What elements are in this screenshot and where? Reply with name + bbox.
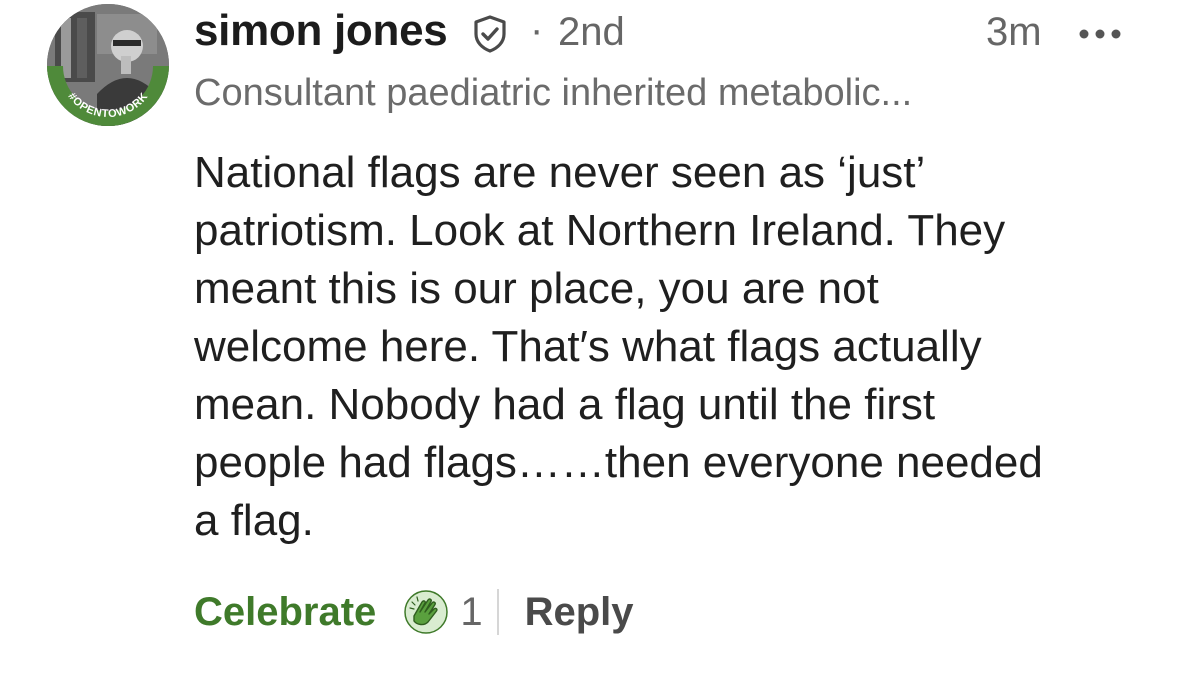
comment-body-line: a flag.: [194, 496, 314, 545]
avatar[interactable]: #OPENTOWORK: [47, 4, 169, 126]
reaction-count[interactable]: 1: [460, 590, 482, 635]
timestamp: 3m: [986, 10, 1042, 54]
shield-check-icon: [474, 15, 506, 53]
comment-body-line: patriotism. Look at Northern Ireland. Th…: [194, 206, 1006, 255]
comment-body-line: mean. Nobody had a flag until the first: [194, 380, 936, 429]
connection-degree: 2nd: [558, 10, 625, 54]
more-horizontal-icon[interactable]: [1076, 22, 1124, 46]
comment-body-line: people had flags……then everyone needed: [194, 438, 1043, 487]
comment-body-line: National flags are never seen as ‘just’: [194, 148, 926, 197]
author-name[interactable]: simon jones: [194, 6, 448, 56]
comment-body-line: welcome here. That′s what flags actually: [194, 322, 982, 371]
celebrate-clap-icon[interactable]: [404, 590, 449, 634]
comment-actions: Celebrate 1 Reply: [194, 582, 634, 642]
meta-separator: ·: [530, 8, 544, 52]
comment-body: National flags are never seen as ‘just’ …: [194, 144, 1134, 550]
action-divider: [496, 589, 499, 635]
celebrate-reaction-button[interactable]: Celebrate: [194, 590, 376, 635]
reply-button[interactable]: Reply: [525, 590, 634, 635]
comment-item: #OPENTOWORK simon jones · 2nd 3m Consult…: [0, 0, 1179, 696]
comment-body-line: meant this is our place, you are not: [194, 264, 879, 313]
author-headline: Consultant paediatric inherited metaboli…: [194, 72, 913, 114]
avatar-image: #OPENTOWORK: [47, 4, 169, 126]
